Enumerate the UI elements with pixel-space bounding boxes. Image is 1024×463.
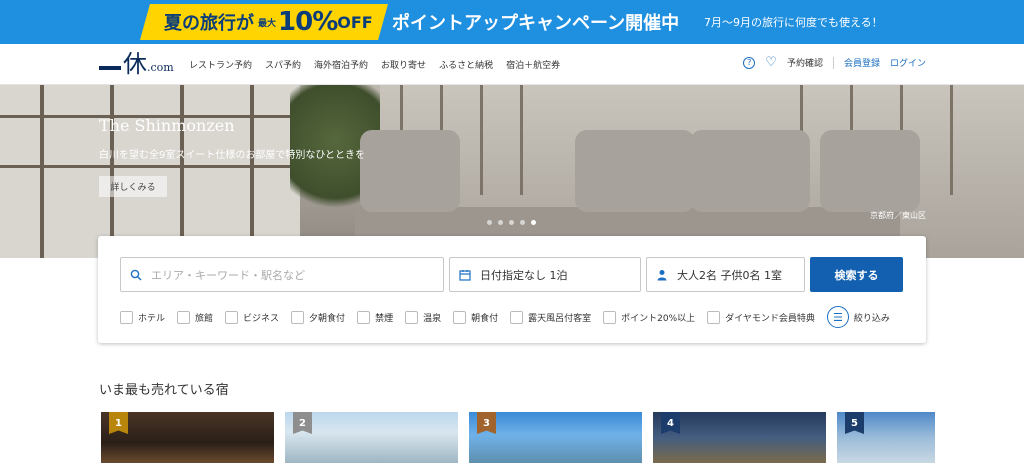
hero-title: The Shinmonzen bbox=[99, 116, 235, 135]
nav-spa[interactable]: スパ予約 bbox=[265, 58, 301, 71]
nav-hotel-air[interactable]: 宿泊＋航空券 bbox=[506, 58, 560, 71]
keyword-placeholder: エリア・キーワード・駅名など bbox=[151, 268, 305, 282]
hero-cushion bbox=[820, 130, 920, 212]
date-value: 日付指定なし 1泊 bbox=[480, 268, 568, 282]
logo-bar bbox=[99, 66, 121, 70]
ranking-card[interactable]: 3 bbox=[469, 412, 642, 463]
guest-selector[interactable]: 大人2名 子供0名 1室 bbox=[646, 257, 805, 292]
filter-open-air-bath[interactable]: 露天風呂付客室 bbox=[510, 310, 591, 324]
checkbox[interactable] bbox=[177, 310, 191, 324]
question-circle-icon[interactable]: ? bbox=[743, 56, 756, 69]
login-link[interactable]: ログイン bbox=[890, 56, 926, 69]
filter-diamond[interactable]: ダイヤモンド会員特典 bbox=[707, 310, 815, 324]
site-logo[interactable]: 休 .com bbox=[99, 50, 174, 78]
ranking-title: いま最も売れている宿 bbox=[99, 383, 229, 398]
filter-hotel[interactable]: ホテル bbox=[120, 310, 165, 324]
site-header: 休 .com レストラン予約 スパ予約 海外宿泊予約 お取り寄せ ふるさと納税 … bbox=[0, 44, 1024, 85]
checkbox[interactable] bbox=[225, 310, 239, 324]
booking-confirm-link[interactable]: 予約確認 bbox=[787, 56, 823, 69]
header-divider bbox=[832, 56, 834, 69]
promo-banner[interactable]: 夏の旅行が 最大 10% OFF ポイントアップキャンペーン開催中 7月〜9月の… bbox=[0, 0, 1024, 44]
ranking-card[interactable]: 2 bbox=[285, 412, 458, 463]
checkbox[interactable] bbox=[510, 310, 524, 324]
nav-furusato[interactable]: ふるさと納税 bbox=[439, 58, 493, 71]
ranking-cards: 1 2 3 4 5 bbox=[101, 412, 935, 463]
checkbox[interactable] bbox=[120, 310, 133, 324]
search-icon bbox=[121, 269, 151, 281]
carousel-dot[interactable] bbox=[487, 220, 492, 225]
promo-yellow-text: 夏の旅行が bbox=[164, 13, 254, 34]
promo-main-text: ポイントアップキャンペーン開催中 bbox=[392, 13, 680, 34]
hero-window-panel bbox=[0, 85, 300, 258]
filter-onsen[interactable]: 温泉 bbox=[405, 310, 441, 324]
checkbox[interactable] bbox=[291, 310, 305, 324]
search-button[interactable]: 検索する bbox=[810, 257, 903, 292]
register-link[interactable]: 会員登録 bbox=[844, 56, 880, 69]
filter-options: ホテル 旅館 ビジネス 夕朝食付 禁煙 温泉 朝食付 露天風呂付客室 ポイント2… bbox=[120, 306, 902, 328]
hero-carousel[interactable] bbox=[0, 85, 1024, 258]
rank-badge: 2 bbox=[293, 412, 312, 434]
filter-non-smoking[interactable]: 禁煙 bbox=[357, 310, 393, 324]
narrow-down-button[interactable]: ☰ 絞り込み bbox=[826, 306, 890, 328]
carousel-dot[interactable] bbox=[498, 220, 503, 225]
rank-badge: 4 bbox=[661, 412, 680, 434]
promo-max-text: 最大 bbox=[258, 18, 277, 29]
nav-otoriyose[interactable]: お取り寄せ bbox=[381, 58, 426, 71]
hero-cushion bbox=[690, 130, 810, 212]
ranking-card[interactable]: 1 bbox=[101, 412, 274, 463]
filter-two-meals[interactable]: 夕朝食付 bbox=[291, 310, 345, 324]
date-selector[interactable]: 日付指定なし 1泊 bbox=[449, 257, 641, 292]
carousel-dots bbox=[487, 220, 536, 225]
heart-icon[interactable]: ♡ bbox=[765, 56, 777, 69]
checkbox[interactable] bbox=[405, 310, 419, 324]
carousel-dot-active[interactable] bbox=[531, 220, 536, 225]
checkbox[interactable] bbox=[453, 310, 467, 324]
hero-cushion bbox=[575, 130, 695, 212]
calendar-icon bbox=[450, 269, 480, 281]
filter-business[interactable]: ビジネス bbox=[225, 310, 279, 324]
guest-value: 大人2名 子供0名 1室 bbox=[677, 268, 782, 282]
filter-points-20[interactable]: ポイント20%以上 bbox=[603, 310, 695, 324]
promo-highlight: 夏の旅行が 最大 10% OFF bbox=[140, 4, 388, 40]
rank-badge: 3 bbox=[477, 412, 496, 434]
carousel-dot[interactable] bbox=[509, 220, 514, 225]
header-right: ? ♡ 予約確認 会員登録 ログイン bbox=[743, 56, 926, 69]
hero-cushion bbox=[360, 130, 460, 212]
rank-badge: 5 bbox=[845, 412, 864, 434]
ranking-card[interactable]: 5 bbox=[837, 412, 935, 463]
checkbox[interactable] bbox=[603, 310, 617, 324]
carousel-dot[interactable] bbox=[520, 220, 525, 225]
promo-off: OFF bbox=[337, 12, 373, 32]
filter-ryokan[interactable]: 旅館 bbox=[177, 310, 213, 324]
promo-sub-text: 7月〜9月の旅行に何度でも使える！ bbox=[704, 16, 883, 29]
person-icon bbox=[647, 269, 677, 281]
logo-kanji: 休 bbox=[123, 50, 147, 78]
checkbox[interactable] bbox=[707, 310, 721, 324]
nav-restaurant[interactable]: レストラン予約 bbox=[189, 58, 252, 71]
nav-overseas[interactable]: 海外宿泊予約 bbox=[314, 58, 368, 71]
logo-com: .com bbox=[147, 61, 174, 74]
checkbox[interactable] bbox=[357, 310, 371, 324]
promo-percent: 10% bbox=[278, 7, 338, 37]
hero-details-button[interactable]: 詳しくみる bbox=[99, 176, 167, 197]
ranking-card[interactable]: 4 bbox=[653, 412, 826, 463]
filter-breakfast[interactable]: 朝食付 bbox=[453, 310, 498, 324]
hero-description: 白川を望む全9室スイート仕様のお部屋で特別なひとときを bbox=[99, 150, 366, 161]
sliders-icon: ☰ bbox=[826, 306, 849, 328]
rank-badge: 1 bbox=[109, 412, 128, 434]
hero-location: 京都府／東山区 bbox=[870, 211, 926, 220]
search-panel: エリア・キーワード・駅名など 日付指定なし 1泊 大人2名 子供0名 1室 検索… bbox=[98, 236, 926, 343]
keyword-input[interactable]: エリア・キーワード・駅名など bbox=[120, 257, 444, 292]
main-nav: レストラン予約 スパ予約 海外宿泊予約 お取り寄せ ふるさと納税 宿泊＋航空券 bbox=[189, 58, 560, 71]
